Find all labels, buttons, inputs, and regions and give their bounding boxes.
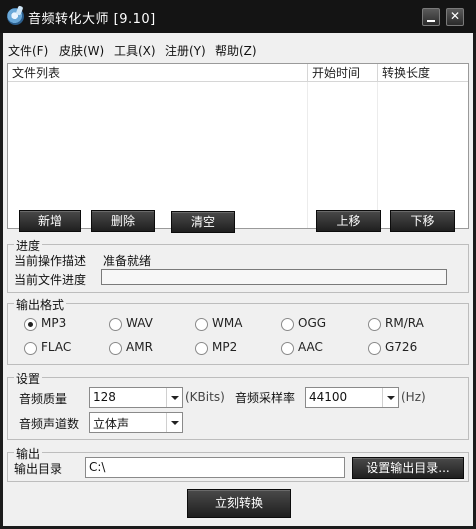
radio-label: FLAC: [41, 340, 72, 354]
output-dir-input[interactable]: C:\: [85, 457, 345, 478]
radio-wma[interactable]: [195, 318, 208, 331]
menu-skin[interactable]: 皮肤(W): [59, 42, 104, 59]
column-convert-length[interactable]: 转换长度: [377, 64, 468, 82]
radio-wav[interactable]: [109, 318, 122, 331]
sample-rate-value: 44100: [309, 390, 348, 404]
radio-label: WMA: [212, 316, 243, 330]
window-title: 音频转化大师 [9.10]: [28, 12, 156, 27]
radio-aac[interactable]: [281, 342, 294, 355]
current-operation-label: 当前操作描述: [14, 254, 87, 268]
convert-now-button[interactable]: 立刻转换: [187, 489, 291, 518]
radio-amr[interactable]: [109, 342, 122, 355]
current-file-progress-label: 当前文件进度: [14, 273, 87, 287]
radio-label: AMR: [126, 340, 153, 354]
file-list-header: 文件列表 开始时间 转换长度: [8, 64, 468, 82]
clear-button[interactable]: 清空: [171, 211, 235, 233]
chevron-down-icon[interactable]: [382, 388, 398, 407]
output-format-group: 输出格式: [7, 296, 469, 365]
set-output-dir-button[interactable]: 设置输出目录...: [352, 457, 464, 479]
channel-value: 立体声: [93, 417, 130, 431]
sample-rate-select[interactable]: 44100: [305, 387, 399, 408]
menu-tools[interactable]: 工具(X): [114, 42, 156, 59]
chevron-down-icon[interactable]: [166, 413, 182, 432]
output-format-group-title: 输出格式: [14, 296, 67, 313]
radio-label: WAV: [126, 316, 153, 330]
sample-rate-label: 音频采样率: [235, 391, 296, 405]
add-button[interactable]: 新增: [19, 210, 81, 232]
menu-register[interactable]: 注册(Y): [165, 42, 206, 59]
radio-mp3[interactable]: [24, 318, 37, 331]
menu-bar: 文件(F) 皮肤(W) 工具(X) 注册(Y) 帮助(Z): [3, 33, 473, 63]
radio-rmra[interactable]: [368, 318, 381, 331]
move-down-button[interactable]: 下移: [390, 210, 455, 232]
channel-select[interactable]: 立体声: [89, 412, 183, 433]
radio-flac[interactable]: [24, 342, 37, 355]
column-file-name[interactable]: 文件列表: [8, 64, 307, 82]
file-list[interactable]: 文件列表 开始时间 转换长度: [7, 63, 469, 229]
kbits-unit: (KBits): [185, 390, 225, 404]
audio-quality-label: 音频质量: [19, 392, 68, 406]
menu-file[interactable]: 文件(F): [8, 42, 48, 59]
menu-help[interactable]: 帮助(Z): [215, 42, 257, 59]
minimize-icon[interactable]: [422, 8, 440, 26]
radio-label: MP2: [212, 340, 238, 354]
radio-label: OGG: [298, 316, 327, 330]
column-start-time[interactable]: 开始时间: [307, 64, 377, 82]
current-operation-value: 准备就绪: [103, 254, 152, 268]
radio-label: MP3: [41, 316, 67, 330]
column-divider: [377, 82, 378, 228]
audio-quality-value: 128: [93, 390, 116, 404]
channel-count-label: 音频声道数: [19, 417, 80, 431]
app-logo-icon: [7, 8, 24, 25]
move-up-button[interactable]: 上移: [316, 210, 381, 232]
close-icon[interactable]: ✕: [446, 8, 464, 26]
app-window: 音频转化大师 [9.10] ✕ 文件(F) 皮肤(W) 工具(X) 注册(Y) …: [0, 0, 476, 529]
radio-label: AAC: [298, 340, 323, 354]
title-bar[interactable]: 音频转化大师 [9.10] ✕: [0, 0, 476, 33]
output-dir-value: C:\: [89, 460, 106, 474]
chevron-down-icon[interactable]: [166, 388, 182, 407]
radio-g726[interactable]: [368, 342, 381, 355]
file-progress-bar: [101, 269, 447, 285]
settings-group-title: 设置: [14, 370, 43, 387]
delete-button[interactable]: 删除: [91, 210, 155, 232]
radio-mp2[interactable]: [195, 342, 208, 355]
hz-unit: (Hz): [401, 390, 426, 404]
output-dir-label: 输出目录: [14, 462, 63, 476]
audio-quality-select[interactable]: 128: [89, 387, 183, 408]
column-divider: [307, 82, 308, 228]
radio-label: G726: [385, 340, 418, 354]
radio-ogg[interactable]: [281, 318, 294, 331]
main-panel: 文件(F) 皮肤(W) 工具(X) 注册(Y) 帮助(Z) 文件列表 开始时间 …: [3, 33, 473, 526]
radio-label: RM/RA: [385, 316, 424, 330]
